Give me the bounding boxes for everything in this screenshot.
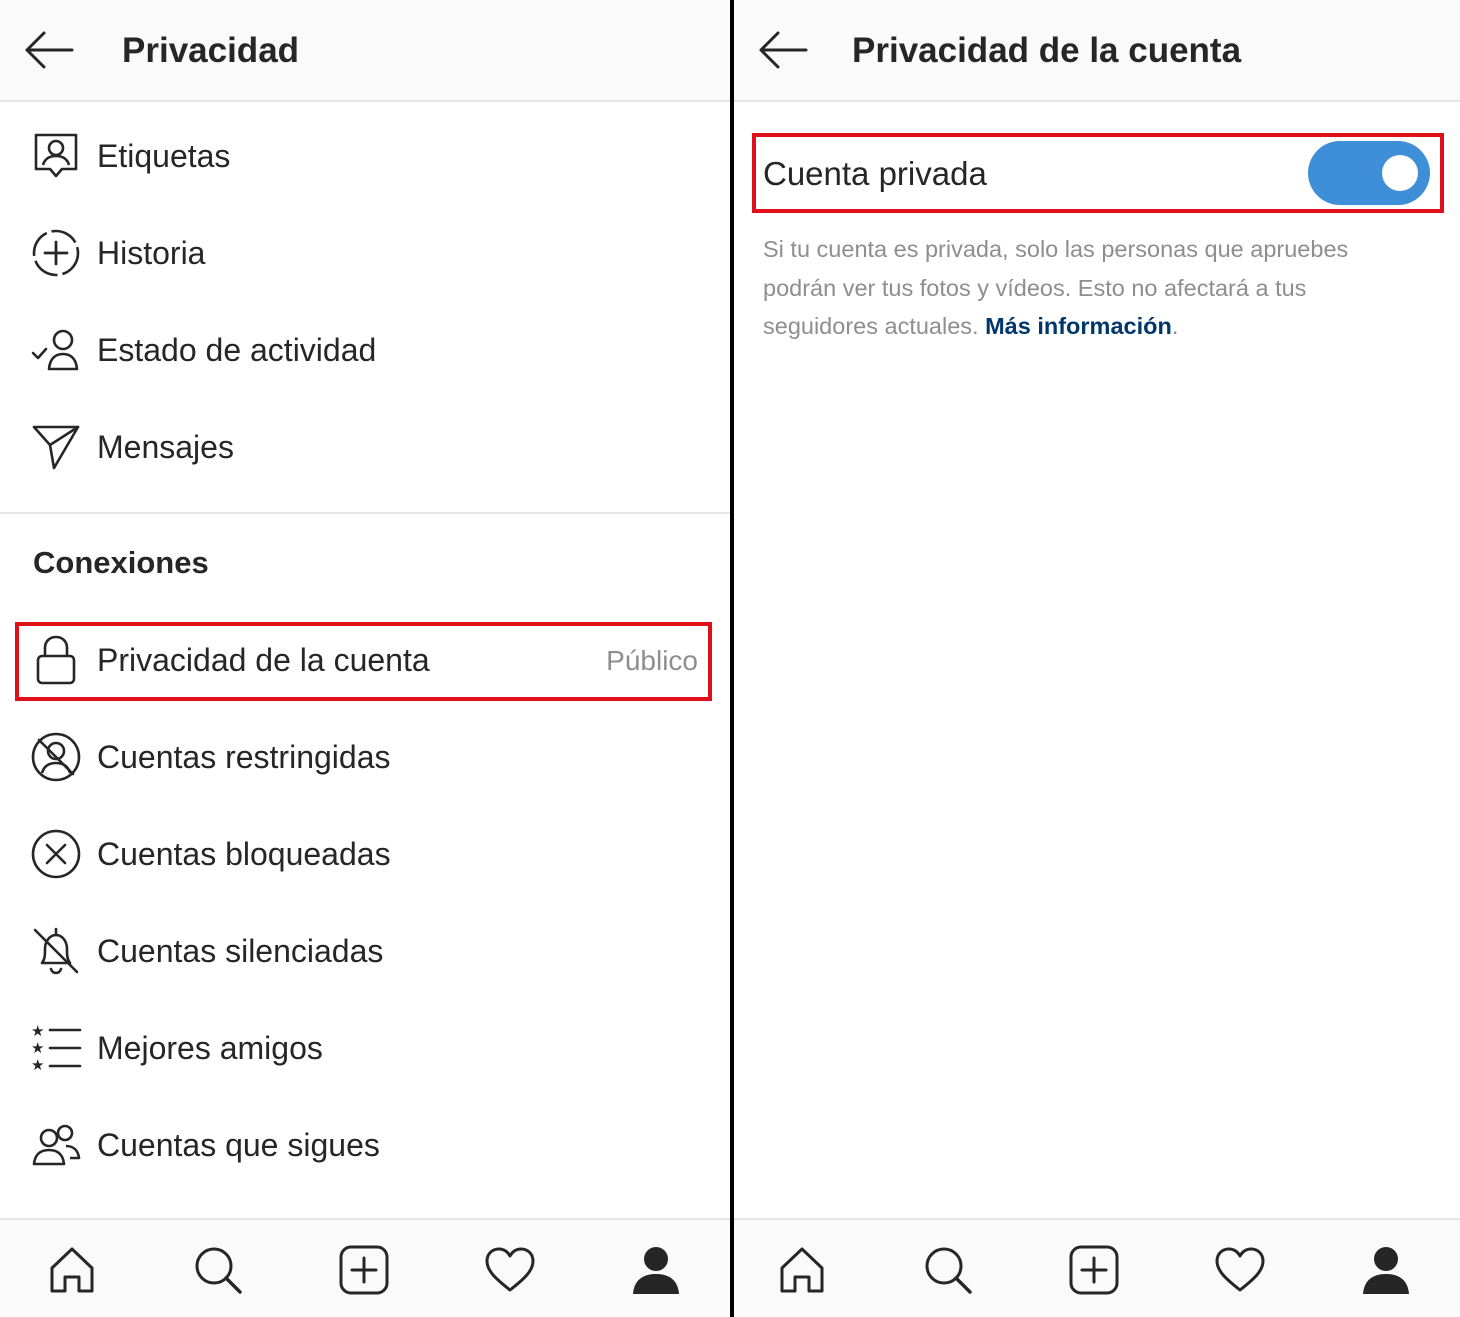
paper-plane-icon [28, 422, 84, 472]
menu-item-following[interactable]: Cuentas que sigues [0, 1096, 730, 1193]
new-post-icon [1069, 1245, 1119, 1295]
menu-item-label: Etiquetas [97, 138, 231, 174]
home-icon [50, 1247, 94, 1293]
bottom-nav [734, 1218, 1460, 1317]
page-title: Privacidad [122, 31, 300, 70]
search-icon [925, 1247, 972, 1294]
profile-icon [1363, 1247, 1409, 1294]
svg-text:★: ★ [31, 1023, 44, 1040]
menu-item-restricted[interactable]: Cuentas restringidas [0, 708, 730, 805]
back-button[interactable] [18, 24, 78, 76]
section-title: Conexiones [33, 545, 209, 580]
menu-item-label: Cuentas bloqueadas [97, 836, 391, 872]
private-account-description: Si tu cuenta es privada, solo las person… [763, 230, 1403, 346]
nav-activity-button[interactable] [480, 1240, 540, 1300]
menu-item-label: Cuentas silenciadas [97, 933, 384, 969]
back-button[interactable] [752, 24, 812, 76]
private-account-toggle[interactable] [1308, 141, 1430, 205]
header: Privacidad [0, 0, 730, 102]
nav-home-button[interactable] [42, 1240, 102, 1300]
account-privacy-value: Público [606, 645, 698, 676]
svg-text:★: ★ [31, 1039, 44, 1057]
section-divider [0, 512, 730, 514]
svg-text:★: ★ [31, 1056, 44, 1073]
menu-item-label: Historia [97, 235, 206, 271]
back-arrow-icon [759, 31, 808, 69]
blocked-icon [28, 829, 84, 879]
nav-profile-button[interactable] [1356, 1240, 1416, 1300]
muted-bell-icon [28, 926, 84, 976]
new-post-icon [339, 1245, 389, 1295]
activity-status-icon [28, 325, 84, 375]
tag-person-icon [28, 131, 84, 181]
more-info-link[interactable]: Más información [985, 313, 1172, 339]
nav-search-button[interactable] [188, 1240, 248, 1300]
menu-item-account-privacy[interactable]: Privacidad de la cuenta Público [0, 611, 730, 708]
menu-item-muted[interactable]: Cuentas silenciadas [0, 902, 730, 999]
bottom-nav [0, 1218, 730, 1317]
menu-item-label: Mejores amigos [97, 1030, 323, 1066]
menu-item-blocked[interactable]: Cuentas bloqueadas [0, 805, 730, 902]
home-icon [780, 1247, 824, 1293]
description-period: . [1171, 313, 1179, 339]
nav-profile-button[interactable] [626, 1240, 686, 1300]
menu-item-tags[interactable]: Etiquetas [0, 107, 730, 204]
activity-heart-icon [1215, 1247, 1265, 1292]
privacy-screen: Privacidad Etiquetas Historia Estado de … [0, 0, 730, 1317]
nav-new-post-button[interactable] [1064, 1240, 1124, 1300]
restricted-icon [28, 732, 84, 782]
private-account-row[interactable]: Cuenta privada [754, 136, 1440, 212]
nav-search-button[interactable] [918, 1240, 978, 1300]
menu-item-story[interactable]: Historia [0, 204, 730, 301]
activity-heart-icon [485, 1247, 535, 1292]
page-title: Privacidad de la cuenta [852, 31, 1242, 70]
menu-item-close-friends[interactable]: ★ ★ ★ Mejores amigos [0, 999, 730, 1096]
menu-item-activity-status[interactable]: Estado de actividad [0, 301, 730, 398]
following-users-icon [28, 1120, 84, 1170]
toggle-knob [1382, 155, 1418, 191]
menu-item-label: Cuentas restringidas [97, 739, 391, 775]
search-icon [195, 1247, 242, 1294]
menu-item-messages[interactable]: Mensajes [0, 398, 730, 495]
story-add-icon [28, 228, 84, 278]
menu-item-label: Privacidad de la cuenta [97, 642, 430, 678]
private-account-label: Cuenta privada [763, 155, 987, 192]
menu-item-label: Estado de actividad [97, 332, 377, 368]
menu-item-label: Mensajes [97, 429, 234, 465]
profile-icon [633, 1247, 679, 1294]
nav-new-post-button[interactable] [334, 1240, 394, 1300]
account-privacy-screen: Privacidad de la cuenta Cuenta privada S… [734, 0, 1460, 1317]
back-arrow-icon [25, 31, 74, 69]
nav-activity-button[interactable] [1210, 1240, 1270, 1300]
header: Privacidad de la cuenta [734, 0, 1460, 102]
lock-icon [28, 635, 84, 685]
nav-home-button[interactable] [772, 1240, 832, 1300]
menu-item-label: Cuentas que sigues [97, 1127, 380, 1163]
close-friends-list-icon: ★ ★ ★ [28, 1023, 84, 1073]
